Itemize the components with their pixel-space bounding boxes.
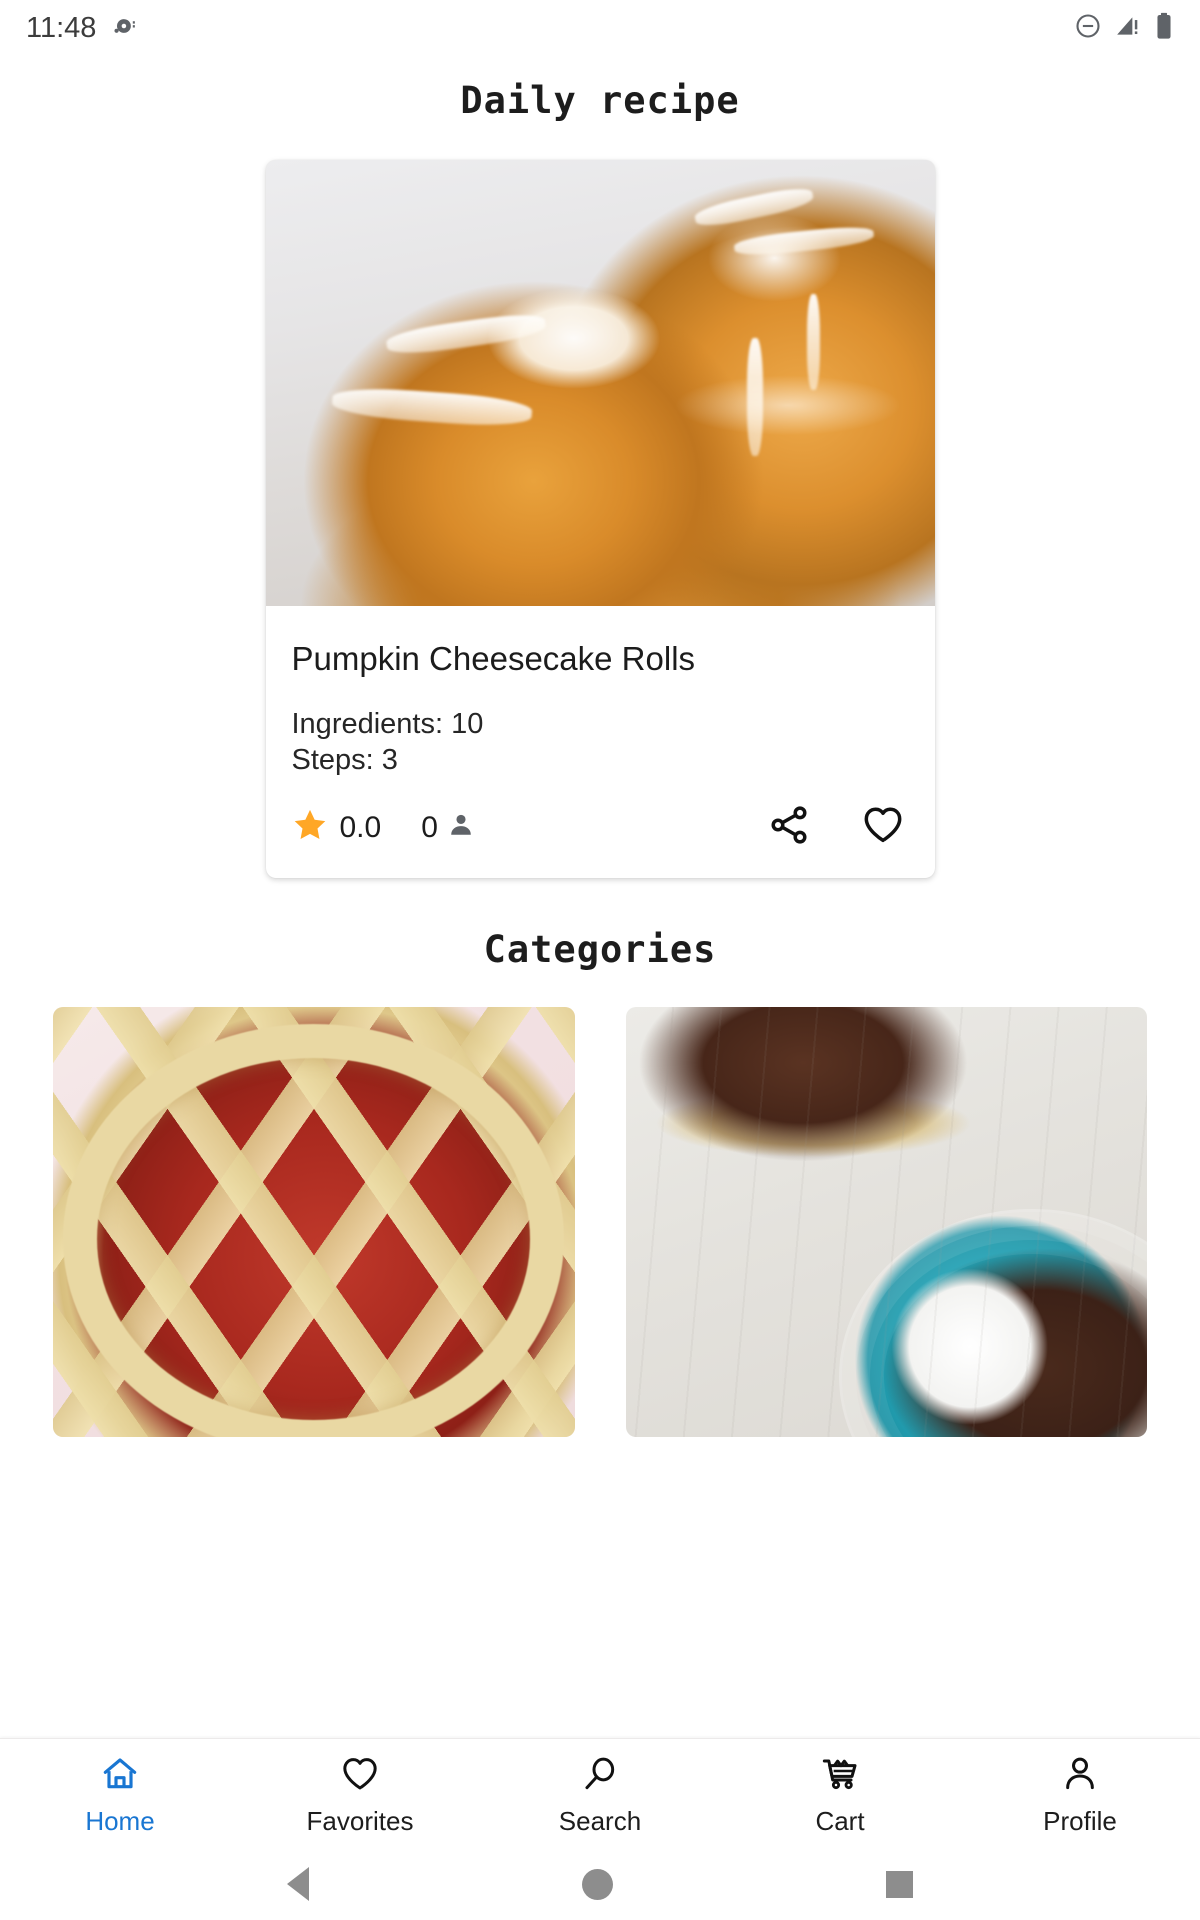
status-bar-left: 11:48 <box>26 13 138 44</box>
recipe-card-body: Pumpkin Cheesecake Rolls Ingredients: 10… <box>266 606 935 779</box>
nav-item-search[interactable]: Search <box>480 1754 720 1834</box>
recipe-meta: Ingredients: 10 Steps: 3 <box>292 706 909 779</box>
nav-label-search: Search <box>558 1805 642 1836</box>
recipe-photo-backdrop <box>265 160 935 606</box>
rating-group: 0.0 0 <box>292 807 475 848</box>
heart-outline-icon[interactable] <box>861 803 905 852</box>
cellular-signal-warning-icon <box>1115 13 1141 44</box>
app-screen: 11:48 Daily recipe Pumpkin Cheesecake Ro… <box>0 0 1200 1920</box>
main-content: Daily recipe Pumpkin Cheesecake Rolls In… <box>0 56 1200 1738</box>
status-clock: 11:48 <box>26 11 97 44</box>
heart-icon <box>340 1754 380 1799</box>
star-icon <box>292 807 328 848</box>
battery-full-icon <box>1154 12 1174 45</box>
nav-item-profile[interactable]: Profile <box>960 1754 1200 1834</box>
category-tile-chocolate-pie[interactable] <box>625 1007 1147 1437</box>
notification-dot-icon <box>112 13 138 44</box>
icing-drip <box>747 338 764 457</box>
recipe-card-footer: 0.0 0 <box>266 779 935 878</box>
recipe-steps-count: Steps: 3 <box>291 744 398 777</box>
rating-value: 0.0 <box>339 810 382 844</box>
recents-square-icon[interactable] <box>886 1870 914 1898</box>
daily-recipe-heading: Daily recipe <box>460 79 740 122</box>
reviewers-person-icon <box>447 811 475 844</box>
nav-item-home[interactable]: Home <box>0 1754 240 1834</box>
nav-item-cart[interactable]: Cart <box>720 1754 960 1834</box>
status-bar: 11:48 <box>0 0 1200 56</box>
home-circle-icon[interactable] <box>581 1868 613 1900</box>
do-not-disturb-icon <box>1074 12 1102 45</box>
cart-icon <box>820 1754 860 1799</box>
pie-crust-ring <box>63 1024 565 1437</box>
home-icon <box>100 1754 140 1799</box>
icing-drip <box>807 293 821 390</box>
review-count: 0 <box>421 810 438 844</box>
search-icon <box>580 1754 620 1799</box>
nav-label-favorites: Favorites <box>306 1805 414 1836</box>
android-system-navigation <box>0 1848 1200 1920</box>
recipe-ingredients-count: Ingredients: 10 <box>291 707 484 740</box>
category-tile-strawberry-pie[interactable] <box>53 1007 575 1437</box>
nav-label-cart: Cart <box>815 1805 865 1836</box>
share-icon[interactable] <box>767 803 811 852</box>
back-triangle-icon[interactable] <box>286 1867 309 1901</box>
recipe-image <box>265 160 935 606</box>
person-icon <box>1060 1754 1100 1799</box>
bottom-navigation-bar: Home Favorites Search Cart Profile <box>0 1738 1200 1848</box>
nav-label-profile: Profile <box>1043 1805 1117 1836</box>
categories-grid <box>0 1007 1200 1437</box>
recipe-title: Pumpkin Cheesecake Rolls <box>291 640 696 677</box>
nav-label-home: Home <box>85 1805 155 1836</box>
nav-item-favorites[interactable]: Favorites <box>240 1754 480 1834</box>
status-bar-right <box>1074 12 1174 45</box>
recipe-card-actions <box>767 803 905 852</box>
daily-recipe-card[interactable]: Pumpkin Cheesecake Rolls Ingredients: 10… <box>265 160 935 878</box>
categories-heading: Categories <box>483 928 717 971</box>
